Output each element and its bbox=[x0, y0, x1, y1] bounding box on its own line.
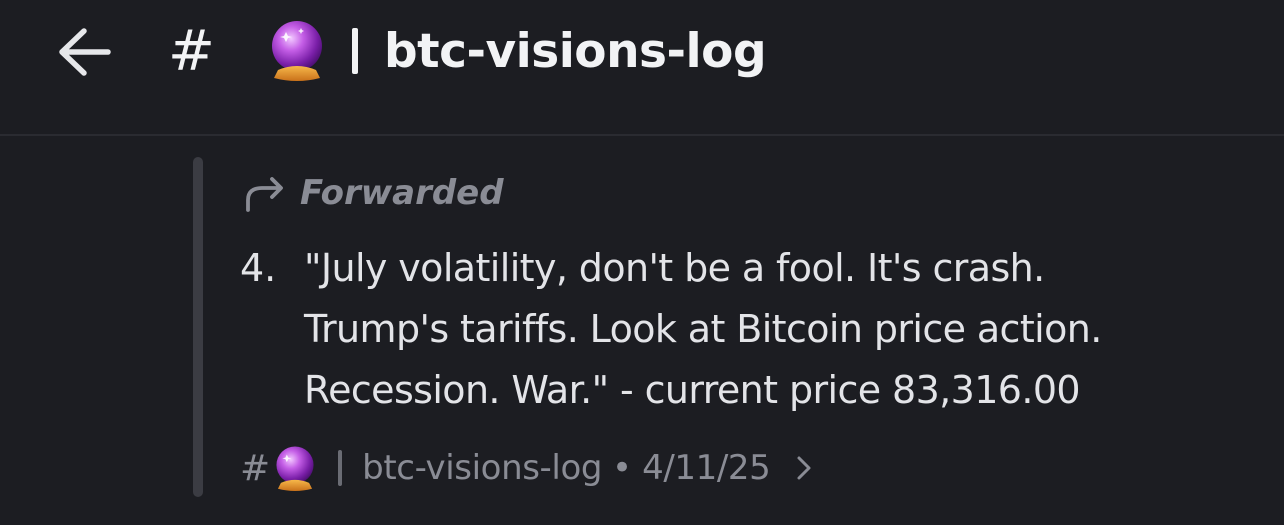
message-line: "July volatility, don't be a fool. It's … bbox=[304, 246, 1045, 290]
crystal-ball-icon bbox=[272, 21, 322, 81]
forwarded-label: Forwarded bbox=[300, 173, 504, 213]
forward-source-link[interactable]: # btc-visions-log • 4/11/25 bbox=[240, 438, 812, 498]
title-separator bbox=[352, 28, 358, 74]
forwarded-indicator: Forwarded bbox=[244, 168, 504, 218]
forward-quote-bar bbox=[193, 157, 203, 497]
source-dot: • bbox=[612, 448, 633, 488]
list-number: 4. bbox=[240, 246, 277, 290]
crystal-ball-icon bbox=[276, 446, 314, 491]
arrow-left-icon bbox=[59, 28, 111, 76]
source-date: 4/11/25 bbox=[642, 448, 771, 488]
source-channel-name: btc-visions-log bbox=[362, 448, 603, 488]
message-line: Trump's tariffs. Look at Bitcoin price a… bbox=[304, 307, 1102, 351]
channel-hash-icon: # bbox=[168, 19, 215, 84]
source-hash-icon: # bbox=[240, 447, 271, 489]
back-button[interactable] bbox=[52, 20, 116, 84]
channel-header: # btc-visions-log bbox=[0, 0, 1284, 136]
message-line: Recession. War." - current price 83,316.… bbox=[304, 368, 1081, 412]
channel-name: btc-visions-log bbox=[384, 24, 767, 79]
source-separator bbox=[338, 450, 343, 486]
chevron-right-icon bbox=[796, 455, 812, 481]
forward-arrow-icon bbox=[246, 177, 283, 212]
